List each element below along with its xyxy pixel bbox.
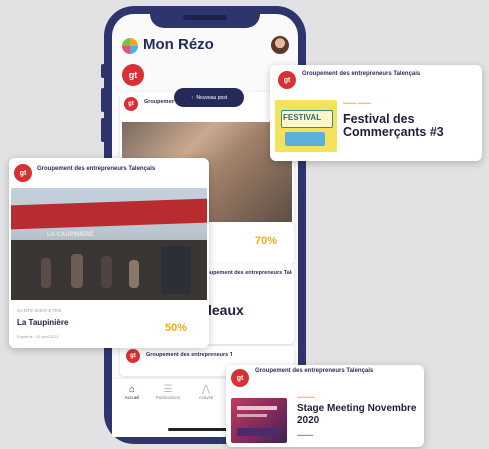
storefront-sign: LA CAUPINIÈRE (47, 232, 94, 238)
store-title: La Taupinière (17, 318, 69, 327)
feed-group-name: Groupement des entrepreneurs Talençais (200, 270, 292, 276)
group-logo: gt (278, 71, 296, 89)
home-icon: ⌂ (128, 384, 136, 395)
store-image: LA CAUPINIÈRE (11, 188, 207, 300)
tab-activity[interactable]: ⋀ Activité (188, 384, 224, 400)
group-logo[interactable]: gt (122, 64, 144, 86)
new-post-label: Nouveau post (196, 94, 228, 101)
group-logo: gt (231, 369, 249, 387)
stage-meta: ▬▬▬▬ (297, 432, 313, 437)
stage-title: Stage Meeting Novembre 2020 (297, 403, 417, 426)
new-post-button[interactable]: ↑ Nouveau post (174, 88, 244, 107)
feed-percent: 70% (255, 235, 278, 247)
app-title: Mon Rézo (143, 36, 214, 53)
card-group-name: Groupement des entrepreneurs Talençais (37, 166, 156, 172)
list-icon: ☰ (163, 384, 173, 395)
card-group-name: Groupement des entrepreneurs Talençais (302, 71, 421, 77)
festival-image-label: FESTIVAL (283, 113, 322, 122)
store-percent: 50% (165, 322, 188, 334)
store-expiry: Expire le : 10 avril 2021 (17, 334, 59, 339)
tab-label: Activité (198, 395, 214, 400)
feed-card[interactable] (196, 222, 294, 264)
feed-title: leaux (208, 302, 244, 318)
group-logo: gt (126, 349, 140, 363)
phone-side-button (101, 118, 105, 142)
tab-publications[interactable]: ☰ Publications (150, 384, 186, 400)
feed-group-name: Groupement des entrepreneurs Talençais (146, 352, 232, 358)
plus-icon: ↑ (190, 94, 194, 101)
festival-image: FESTIVAL (275, 100, 337, 152)
card-subtitle: ▬▬▬▬ (297, 394, 315, 399)
feed-group-name: Groupement des entrepreneurs Talençais (144, 99, 174, 105)
group-logo: gt (124, 97, 138, 111)
activity-icon: ⋀ (201, 384, 211, 395)
phone-speaker (183, 15, 227, 20)
tab-label: Accueil (124, 395, 140, 400)
avatar[interactable] (271, 36, 289, 54)
app-logo (122, 38, 138, 54)
card-subtitle: ▬▬▬ ▬▬▬ (343, 100, 372, 105)
phone-side-button (101, 88, 105, 112)
stage-image (231, 398, 287, 443)
festival-title: Festival des Commerçants #3 (343, 112, 444, 139)
store-category: SANTE BIEN-ETRE (17, 308, 62, 313)
group-logo: gt (14, 164, 32, 182)
tab-home[interactable]: ⌂ Accueil (114, 384, 150, 400)
card-group-name: Groupement des entrepreneurs Talençais (255, 368, 374, 374)
tab-label: Publications (155, 395, 181, 400)
phone-side-button (101, 64, 105, 78)
